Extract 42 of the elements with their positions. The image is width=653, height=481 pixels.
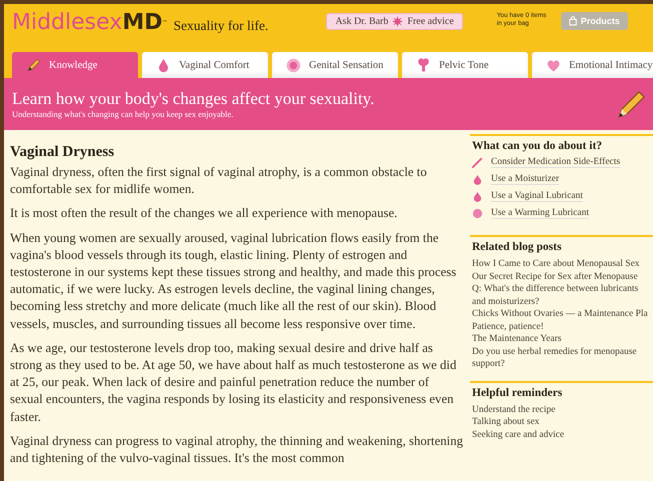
- section-title: Helpful reminders: [472, 386, 564, 398]
- action-link[interactable]: Use a Warming Lubricant: [491, 208, 589, 219]
- article-title: Vaginal Dryness: [10, 144, 116, 161]
- article-paragraph: When young women are sexually aroused, vaginal lubrication flows easily from the vagina's blood vessels through its tough, elastic lining. Plenty of estrogen and testosterone in our systems kept these tissues strong and healthy, and made this process automatic, if we were lucky. As estrogen levels decline, the vaginal lining changes, becoming less stretchy and more delicate (much like all the rest of our skin). Blood vessels, muscles, and surrounding tissues all become less responsive over time.: [10, 230, 458, 333]
- site-tagline: Sexuality for life.: [173, 18, 268, 34]
- starburst-icon: [392, 16, 404, 27]
- article-paragraph: Vaginal dryness, often the first signal of vaginal atrophy, is a common obstacle to comfortable sex for midlife women.: [10, 164, 428, 198]
- ask-doctor-button[interactable]: Ask Dr. Barb Free advice: [326, 13, 463, 30]
- drop-icon: [472, 174, 483, 185]
- blog-post-link[interactable]: Our Secret Recipe for Sex after Menopause: [472, 270, 638, 283]
- drop-icon: [472, 191, 483, 202]
- blog-post-link[interactable]: Q: What's the difference between lubricants and moisturizers?: [472, 283, 648, 308]
- ball-icon: [472, 208, 483, 219]
- reminder-link[interactable]: Talking about sex: [472, 416, 540, 428]
- action-link[interactable]: Use a Moisturizer: [491, 174, 560, 185]
- action-link[interactable]: Consider Medication Side-Effects: [491, 157, 620, 168]
- blog-post-link[interactable]: The Maintenance Years: [472, 333, 562, 346]
- article-paragraph: Vaginal dryness can progress to vaginal atrophy, the thinning and weakening, shortening and tightening of the vulvo-vaginal tissues. It's the most common: [10, 432, 464, 468]
- category-tab[interactable]: Pelvic Tone: [402, 52, 528, 78]
- blog-post-link[interactable]: Chicks Without Ovaries — a Maintenance Pla: [472, 308, 648, 320]
- heart-icon: [546, 58, 561, 72]
- category-tab[interactable]: Vaginal Comfort: [142, 52, 268, 78]
- reminder-link[interactable]: Understand the recipe: [472, 404, 556, 416]
- banner-subtitle: Understanding what's changing can help you keep sex enjoyable.: [12, 108, 234, 120]
- blog-post-link[interactable]: Do you use herbal remedies for menopause support?: [472, 346, 648, 370]
- article-paragraph: As we age, our testosterone levels drop too, making sexual desire and drive half as strong as they used to be. At age 50, we have about half as much testosterone as we did at 25, our peak. When lack of desire and painful penetration reduce the number of sexual encounters, the vagina responds by losing its elasticity and responsiveness even faster.: [10, 340, 458, 426]
- section-title: Related blog posts: [472, 241, 562, 253]
- bag-icon: [568, 16, 577, 26]
- banner-title: Learn how your body's changes affect your sexuality.: [12, 88, 374, 108]
- flower-icon: [286, 58, 301, 72]
- tree-icon: [416, 58, 431, 72]
- reminder-link[interactable]: Seeking care and advice: [472, 428, 564, 441]
- blog-post-link[interactable]: Patience, patience!: [472, 320, 544, 333]
- category-tab[interactable]: Knowledge: [12, 52, 138, 78]
- section-title: What can you do about it?: [472, 140, 604, 152]
- drop-icon: [156, 58, 171, 72]
- article-paragraph: It is most often the result of the changes we all experience with menopause.: [10, 205, 398, 222]
- category-tab[interactable]: Emotional Intimacy: [532, 52, 653, 78]
- category-tab[interactable]: Genital Sensation: [272, 52, 398, 78]
- site-logo[interactable]: MiddlesexMD$^{™}$: [12, 10, 168, 36]
- action-link[interactable]: Use a Vaginal Lubricant: [491, 191, 583, 202]
- blog-post-link[interactable]: How I Came to Care about Menopausal Sex: [472, 258, 640, 270]
